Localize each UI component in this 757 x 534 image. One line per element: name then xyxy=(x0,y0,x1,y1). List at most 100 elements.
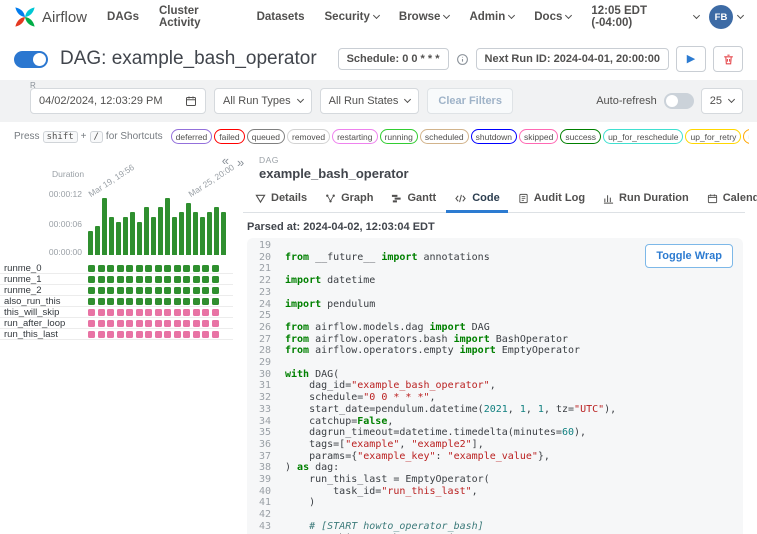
task-instance-square[interactable] xyxy=(97,330,105,338)
nav-item-cluster-activity[interactable]: Cluster Activity xyxy=(159,5,237,29)
nav-item-docs[interactable]: Docs xyxy=(534,11,573,23)
duration-bar[interactable] xyxy=(221,212,226,255)
task-instance-square[interactable] xyxy=(173,275,181,283)
task-instance-square[interactable] xyxy=(211,264,219,272)
task-instance-square[interactable] xyxy=(88,330,95,338)
nav-item-dags[interactable]: DAGs xyxy=(107,11,139,23)
task-instance-square[interactable] xyxy=(154,330,162,338)
duration-bar[interactable] xyxy=(137,222,142,255)
task-instance-square[interactable] xyxy=(154,264,162,272)
task-instance-square[interactable] xyxy=(126,308,133,316)
legend-badge-up_for_retry[interactable]: up_for_retry xyxy=(685,129,742,144)
task-instance-square[interactable] xyxy=(183,275,190,283)
task-instance-square[interactable] xyxy=(164,275,171,283)
task-instance-square[interactable] xyxy=(164,308,171,316)
task-instance-square[interactable] xyxy=(164,286,171,294)
task-instance-square[interactable] xyxy=(164,319,171,327)
page-size-select[interactable]: 25 xyxy=(700,88,743,114)
task-instance-square[interactable] xyxy=(192,275,200,283)
task-instance-square[interactable] xyxy=(164,297,171,305)
task-instance-square[interactable] xyxy=(145,319,152,327)
task-instance-square[interactable] xyxy=(88,264,95,272)
duration-bar[interactable] xyxy=(172,217,177,255)
task-instance-square[interactable] xyxy=(126,264,133,272)
task-instance-square[interactable] xyxy=(154,275,162,283)
legend-badge-restarting[interactable]: restarting xyxy=(332,129,378,144)
task-name[interactable]: also_run_this xyxy=(0,296,88,307)
task-instance-square[interactable] xyxy=(97,308,105,316)
task-instance-square[interactable] xyxy=(135,330,143,338)
nav-item-admin[interactable]: Admin xyxy=(469,11,516,23)
task-instance-square[interactable] xyxy=(173,330,181,338)
task-instance-square[interactable] xyxy=(211,275,219,283)
legend-badge-running[interactable]: running xyxy=(379,129,418,144)
task-instance-square[interactable] xyxy=(192,319,200,327)
clock-dropdown[interactable]: 12:05 EDT (-04:00) xyxy=(591,5,701,29)
task-instance-square[interactable] xyxy=(145,286,152,294)
task-instance-square[interactable] xyxy=(173,297,181,305)
task-instance-square[interactable] xyxy=(183,297,190,305)
toggle-wrap-button[interactable]: Toggle Wrap xyxy=(645,244,733,268)
task-instance-square[interactable] xyxy=(145,297,152,305)
task-instance-square[interactable] xyxy=(202,330,209,338)
task-instance-square[interactable] xyxy=(88,275,95,283)
task-instance-square[interactable] xyxy=(192,264,200,272)
task-instance-square[interactable] xyxy=(154,308,162,316)
task-instance-square[interactable] xyxy=(116,264,124,272)
task-instance-square[interactable] xyxy=(192,297,200,305)
run-states-select[interactable]: All Run States xyxy=(319,88,420,114)
task-instance-square[interactable] xyxy=(107,297,114,305)
task-instance-square[interactable] xyxy=(116,319,124,327)
task-instance-square[interactable] xyxy=(183,308,190,316)
task-name[interactable]: runme_1 xyxy=(0,274,88,285)
nav-item-security[interactable]: Security xyxy=(325,11,380,23)
task-instance-square[interactable] xyxy=(135,286,143,294)
task-instance-square[interactable] xyxy=(97,297,105,305)
task-instance-square[interactable] xyxy=(126,330,133,338)
task-instance-square[interactable] xyxy=(173,319,181,327)
tab-audit-log[interactable]: Audit Log xyxy=(510,187,593,213)
tab-code[interactable]: Code xyxy=(446,187,508,213)
task-instance-square[interactable] xyxy=(107,264,114,272)
legend-badge-upstream_failed[interactable]: upstream_failed xyxy=(743,129,749,144)
task-instance-square[interactable] xyxy=(97,319,105,327)
tab-details[interactable]: Details xyxy=(247,187,315,213)
task-instance-square[interactable] xyxy=(173,286,181,294)
duration-bar[interactable] xyxy=(158,207,163,255)
task-instance-square[interactable] xyxy=(107,275,114,283)
task-instance-square[interactable] xyxy=(154,297,162,305)
task-instance-square[interactable] xyxy=(192,308,200,316)
legend-badge-queued[interactable]: queued xyxy=(246,129,285,144)
task-instance-square[interactable] xyxy=(126,297,133,305)
task-instance-square[interactable] xyxy=(107,330,114,338)
duration-bar[interactable] xyxy=(123,217,128,255)
task-name[interactable]: runme_0 xyxy=(0,263,88,274)
tab-gantt[interactable]: Gantt xyxy=(383,187,444,213)
brand[interactable]: Airflow xyxy=(14,6,87,28)
trigger-dag-button[interactable]: ▶ xyxy=(676,46,706,72)
task-instance-square[interactable] xyxy=(211,330,219,338)
expand-panel-icon[interactable]: » xyxy=(237,155,244,170)
task-instance-square[interactable] xyxy=(192,330,200,338)
task-instance-square[interactable] xyxy=(145,275,152,283)
task-instance-square[interactable] xyxy=(183,330,190,338)
task-instance-square[interactable] xyxy=(97,286,105,294)
task-instance-square[interactable] xyxy=(202,319,209,327)
base-date-input[interactable]: 04/02/2024, 12:03:29 PM xyxy=(30,88,206,114)
task-instance-square[interactable] xyxy=(145,330,152,338)
legend-badge-failed[interactable]: failed xyxy=(214,129,245,144)
task-instance-square[interactable] xyxy=(135,275,143,283)
task-instance-square[interactable] xyxy=(97,264,105,272)
task-name[interactable]: runme_2 xyxy=(0,285,88,296)
duration-bar[interactable] xyxy=(95,226,100,255)
task-instance-square[interactable] xyxy=(116,297,124,305)
task-instance-square[interactable] xyxy=(116,286,124,294)
duration-bar[interactable] xyxy=(207,212,212,255)
task-instance-square[interactable] xyxy=(135,308,143,316)
duration-bar[interactable] xyxy=(193,212,198,255)
tab-graph[interactable]: Graph xyxy=(317,187,381,213)
task-instance-square[interactable] xyxy=(183,286,190,294)
task-instance-square[interactable] xyxy=(173,308,181,316)
task-instance-square[interactable] xyxy=(183,264,190,272)
dag-pause-toggle[interactable] xyxy=(14,50,48,68)
